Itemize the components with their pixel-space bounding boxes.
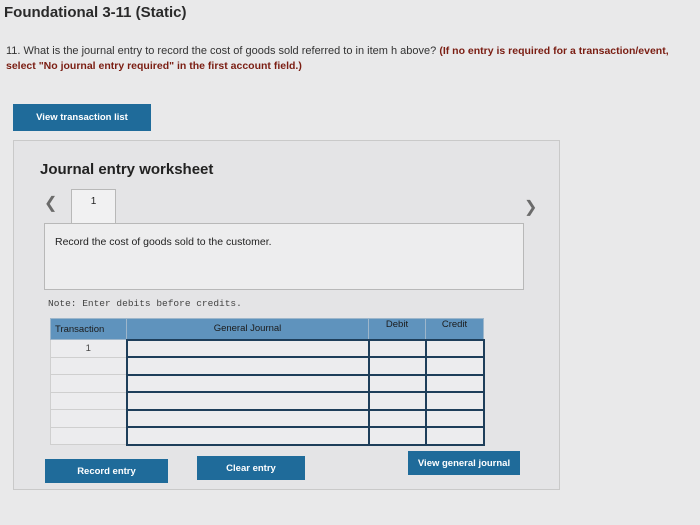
column-header-debit: Debit — [368, 318, 426, 340]
clear-entry-button[interactable]: Clear entry — [197, 456, 305, 480]
transaction-cell — [50, 409, 127, 428]
view-transaction-list-button[interactable]: View transaction list — [13, 104, 151, 131]
transaction-cell — [50, 374, 127, 393]
debit-input[interactable] — [367, 391, 427, 411]
table-row — [50, 373, 485, 393]
credit-input[interactable] — [424, 373, 485, 393]
transaction-cell: 1 — [50, 339, 127, 358]
table-row — [50, 408, 485, 428]
column-header-general-journal: General Journal — [126, 318, 369, 340]
next-arrow-icon[interactable]: ❯ — [524, 197, 537, 217]
credit-input[interactable] — [424, 338, 485, 358]
previous-arrow-icon[interactable]: ❮ — [44, 193, 57, 213]
page-title: Foundational 3-11 (Static) — [4, 4, 187, 21]
table-row — [50, 426, 485, 446]
account-input[interactable] — [125, 338, 370, 358]
transaction-cell — [50, 426, 127, 445]
credit-input[interactable] — [424, 426, 485, 446]
worksheet-title: Journal entry worksheet — [40, 161, 214, 178]
table-row: 1 — [50, 338, 485, 358]
entry-description: Record the cost of goods sold to the cus… — [55, 236, 272, 248]
account-input[interactable] — [125, 391, 370, 411]
entry-description-box: Record the cost of goods sold to the cus… — [44, 223, 524, 290]
column-header-credit: Credit — [425, 318, 484, 340]
question-text: 11. What is the journal entry to record … — [6, 45, 437, 57]
debit-input[interactable] — [367, 408, 427, 428]
journal-table-header: Transaction General Journal Debit Credit — [50, 318, 484, 340]
record-entry-button[interactable]: Record entry — [45, 459, 168, 483]
journal-entry-worksheet: Journal entry worksheet ❮ ❯ 1 Record the… — [13, 140, 560, 490]
transaction-cell — [50, 356, 127, 375]
account-input[interactable] — [125, 373, 370, 393]
debit-input[interactable] — [367, 426, 427, 446]
account-input[interactable] — [125, 356, 370, 376]
credit-input[interactable] — [424, 391, 485, 411]
debit-input[interactable] — [367, 373, 427, 393]
table-row — [50, 391, 485, 411]
question-prompt: 11. What is the journal entry to record … — [6, 44, 686, 74]
debit-credit-note: Note: Enter debits before credits. — [48, 298, 242, 309]
transaction-cell — [50, 391, 127, 410]
column-header-transaction: Transaction — [50, 318, 127, 340]
account-input[interactable] — [125, 408, 370, 428]
table-row — [50, 356, 485, 376]
journal-table: Transaction General Journal Debit Credit… — [50, 318, 485, 446]
view-general-journal-button[interactable]: View general journal — [408, 451, 520, 475]
credit-input[interactable] — [424, 408, 485, 428]
credit-input[interactable] — [424, 356, 485, 376]
debit-input[interactable] — [367, 356, 427, 376]
account-input[interactable] — [125, 426, 370, 446]
debit-input[interactable] — [367, 338, 427, 358]
entry-tab[interactable]: 1 — [71, 189, 116, 223]
